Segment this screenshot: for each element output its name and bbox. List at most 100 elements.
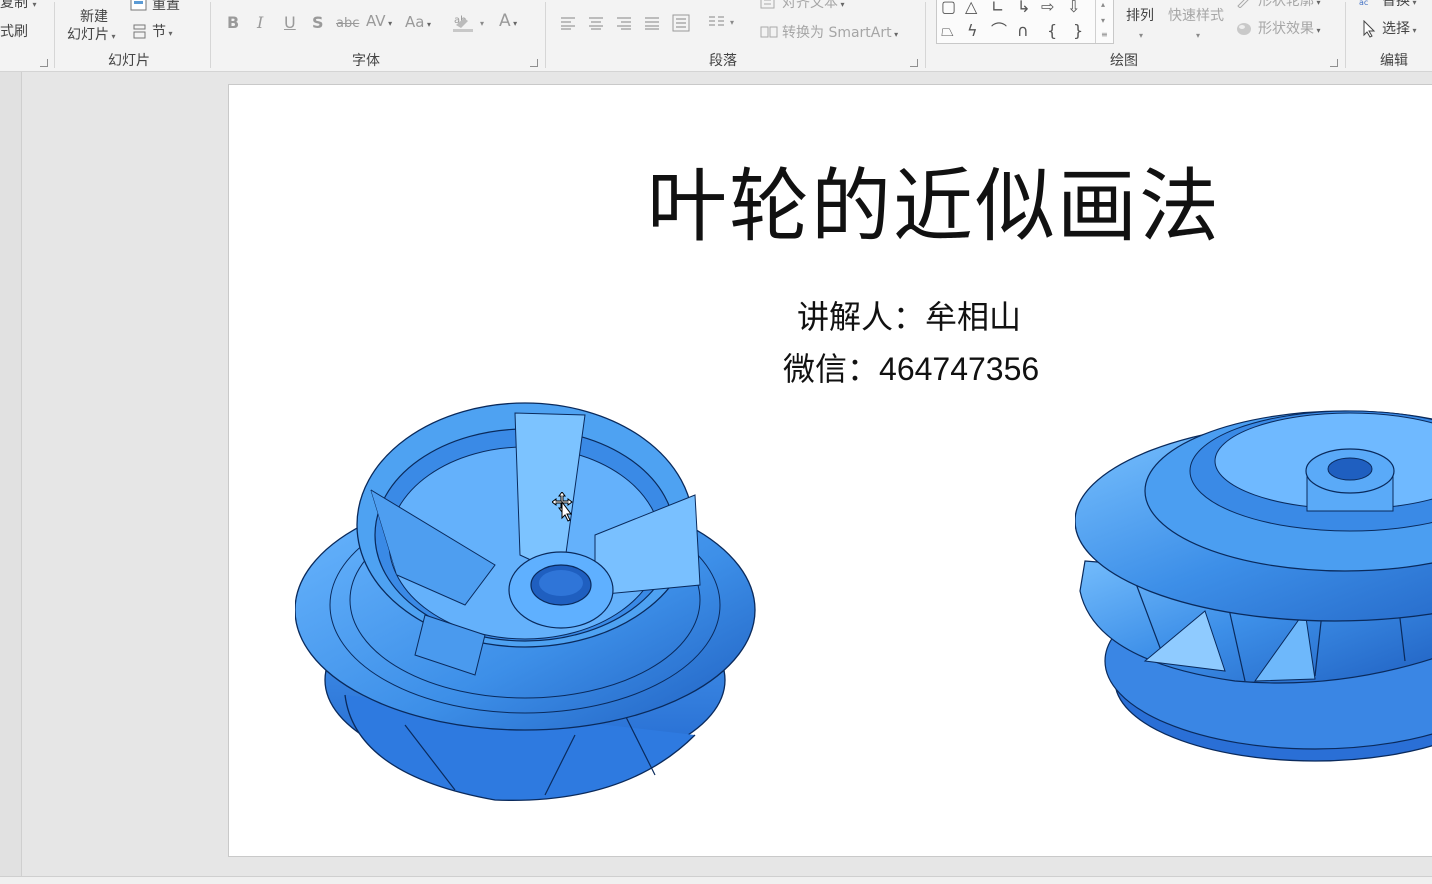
select-label: 选择 ▾ bbox=[1382, 21, 1417, 37]
arrange-button[interactable]: 排列 ▾ bbox=[1124, 6, 1160, 46]
editing-group-label: 编辑 bbox=[1380, 53, 1408, 69]
font-dialog-launcher[interactable] bbox=[530, 59, 538, 67]
highlight-icon: ab bbox=[453, 15, 473, 32]
align-text-label-text: 对齐文本 bbox=[782, 0, 838, 11]
select-label-text: 选择 bbox=[1382, 21, 1410, 37]
down-arrow-shape-icon[interactable]: ⇩ bbox=[1067, 0, 1080, 15]
thumbnail-pane[interactable] bbox=[0, 72, 22, 876]
shape-effects-label-text: 形状效果 bbox=[1258, 21, 1314, 37]
section-icon bbox=[133, 24, 146, 39]
scroll-up-icon[interactable]: ▴ bbox=[1101, 1, 1105, 9]
new-slide-label-2: 幻灯片 ▾ bbox=[67, 27, 116, 43]
slide-title[interactable]: 叶轮的近似画法 bbox=[647, 167, 1221, 247]
arc-shape-icon[interactable]: ⌒ bbox=[991, 23, 1007, 39]
impeller-image-left[interactable] bbox=[295, 395, 765, 815]
arrange-label: 排列 bbox=[1126, 8, 1154, 24]
convert-smartart-button[interactable]: 转换为 SmartArt ▾ bbox=[760, 24, 920, 44]
copy-button[interactable]: 复制 ▾ bbox=[0, 0, 36, 10]
justify-icon[interactable] bbox=[644, 16, 660, 30]
convert-smartart-label-text: 转换为 SmartArt bbox=[782, 25, 892, 41]
smartart-icon bbox=[760, 26, 778, 38]
highlight-color-button[interactable]: ab ▾ bbox=[452, 12, 488, 34]
quick-styles-button[interactable]: 快速样式 ▾ bbox=[1166, 6, 1232, 46]
reset-label: 重置 bbox=[152, 0, 180, 13]
curve-shape-icon[interactable]: ∩ bbox=[1017, 23, 1029, 39]
group-separator bbox=[925, 2, 926, 68]
align-left-icon[interactable] bbox=[560, 16, 576, 30]
align-text-button[interactable]: 对齐文本 ▾ bbox=[760, 0, 860, 14]
paragraph-dialog-launcher[interactable] bbox=[910, 59, 918, 67]
presenter-prefix: 讲解人： bbox=[797, 298, 926, 336]
italic-button[interactable]: I bbox=[257, 15, 263, 31]
replace-icon: ac bbox=[1359, 0, 1368, 7]
clipboard-dialog-launcher[interactable] bbox=[40, 59, 48, 67]
shapes-gallery[interactable]: ▢ △ ∟ ↳ ⇨ ⇩ ⏢ ϟ ⌒ ∩ { } ▴ ▾ ≡ bbox=[936, 0, 1114, 44]
character-spacing-label: AV bbox=[366, 12, 386, 30]
font-color-button[interactable]: A ▾ bbox=[499, 13, 517, 30]
bent-arrow-shape-icon[interactable]: ↳ bbox=[1017, 0, 1030, 15]
presenter-line[interactable]: 讲解人：牟相山 bbox=[797, 301, 1021, 333]
svg-text:ac: ac bbox=[1359, 0, 1368, 7]
freeform-shape-icon[interactable]: ⏢ bbox=[941, 23, 954, 39]
change-case-button[interactable]: Aa ▾ bbox=[405, 15, 431, 30]
character-spacing-button[interactable]: AV ▾ bbox=[366, 14, 392, 29]
bold-button[interactable]: B bbox=[227, 15, 239, 31]
select-button[interactable]: 选择 ▾ bbox=[1362, 20, 1432, 40]
status-bar bbox=[0, 876, 1432, 884]
columns-icon bbox=[709, 16, 724, 26]
scribble-shape-icon[interactable]: ϟ bbox=[967, 23, 978, 39]
align-right-icon[interactable] bbox=[616, 16, 632, 30]
replace-label-text: 替换 bbox=[1382, 0, 1410, 9]
strikethrough-button[interactable]: abc bbox=[336, 17, 359, 30]
more-shapes-icon[interactable]: ≡ bbox=[1101, 31, 1108, 39]
replace-label: 替换 ▾ bbox=[1382, 0, 1417, 8]
drawing-dialog-launcher[interactable] bbox=[1330, 59, 1338, 67]
columns-button[interactable]: ▾ bbox=[708, 14, 740, 32]
presenter-name: 牟相山 bbox=[925, 298, 1022, 336]
slides-group-label: 幻灯片 bbox=[108, 53, 150, 69]
shape-effects-label: 形状效果 ▾ bbox=[1258, 21, 1321, 37]
pen-icon bbox=[1237, 0, 1249, 8]
new-slide-label-2-text: 幻灯片 bbox=[67, 27, 109, 43]
group-separator bbox=[545, 2, 546, 68]
wechat-prefix: 微信： bbox=[783, 350, 880, 388]
left-brace-shape-icon[interactable]: { bbox=[1047, 23, 1057, 39]
move-cursor-icon bbox=[552, 492, 573, 522]
reset-icon bbox=[130, 0, 147, 11]
shape-effects-icon bbox=[1237, 23, 1251, 35]
shape-effects-button[interactable]: 形状效果 ▾ bbox=[1236, 20, 1336, 38]
replace-button[interactable]: ac 替换 ▾ bbox=[1358, 0, 1432, 12]
distributed-icon[interactable] bbox=[672, 14, 690, 32]
shape-outline-label: 形状轮廓 ▾ bbox=[1258, 0, 1321, 8]
underline-button[interactable]: U bbox=[284, 15, 296, 31]
align-text-icon bbox=[760, 0, 775, 9]
align-text-label: 对齐文本 ▾ bbox=[782, 0, 845, 10]
section-button[interactable]: 节 ▾ bbox=[132, 24, 192, 42]
wechat-line[interactable]: 微信：464747356 bbox=[783, 353, 1039, 385]
wechat-number: 464747356 bbox=[879, 351, 1040, 387]
right-arrow-shape-icon[interactable]: ⇨ bbox=[1041, 0, 1054, 15]
format-painter-button[interactable]: 格式刷 bbox=[0, 25, 28, 39]
new-slide-button[interactable]: 新建 幻灯片 ▾ bbox=[64, 8, 124, 48]
group-separator bbox=[210, 2, 211, 68]
scroll-down-icon[interactable]: ▾ bbox=[1101, 17, 1105, 25]
shape-outline-label-text: 形状轮廓 bbox=[1258, 0, 1314, 9]
triangle-shape-icon[interactable]: △ bbox=[965, 0, 977, 15]
text-shadow-button[interactable]: S bbox=[312, 15, 324, 31]
paragraph-group-label: 段落 bbox=[709, 53, 737, 69]
align-center-icon[interactable] bbox=[588, 16, 604, 30]
slide-canvas[interactable]: 叶轮的近似画法 讲解人：牟相山 微信：464747356 bbox=[228, 84, 1432, 857]
shape-outline-button[interactable]: 形状轮廓 ▾ bbox=[1236, 0, 1336, 12]
shapes-scroll[interactable]: ▴ ▾ ≡ bbox=[1095, 0, 1113, 43]
font-group-label: 字体 bbox=[352, 53, 380, 69]
ribbon: 复制 ▾ 格式刷 新建 幻灯片 ▾ 重置 节 ▾ 幻灯片 B I U S abc… bbox=[0, 0, 1432, 72]
drawing-group-label: 绘图 bbox=[1110, 53, 1138, 69]
right-brace-shape-icon[interactable]: } bbox=[1073, 23, 1083, 39]
quick-styles-label: 快速样式 bbox=[1168, 8, 1224, 24]
group-separator bbox=[54, 2, 55, 68]
corner-shape-icon[interactable]: ∟ bbox=[991, 0, 1004, 15]
change-case-label: Aa bbox=[405, 13, 425, 31]
impeller-image-right[interactable] bbox=[1075, 361, 1432, 781]
reset-button[interactable]: 重置 bbox=[130, 0, 190, 14]
rectangle-shape-icon[interactable]: ▢ bbox=[941, 0, 956, 15]
